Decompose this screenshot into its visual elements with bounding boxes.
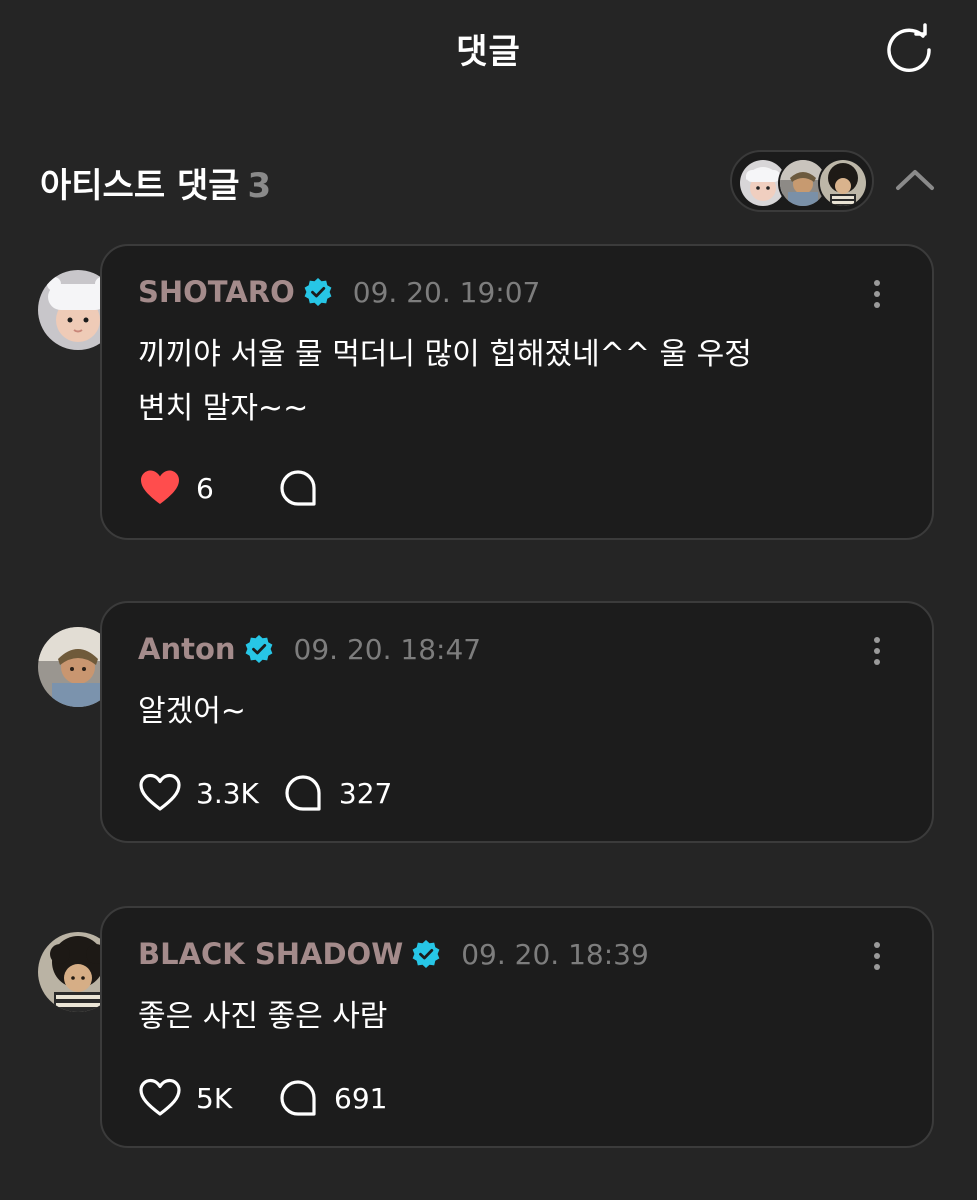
- reply-button[interactable]: [276, 466, 320, 510]
- comment-text-line: 끼끼야 서울 물 먹더니 많이 힙해졌네^^ 울 우정: [138, 337, 752, 372]
- comment-actions: 5K 691: [138, 1076, 387, 1120]
- more-options-button[interactable]: [862, 276, 892, 312]
- chevron-up-icon: [896, 170, 934, 190]
- verified-badge-icon: [245, 635, 272, 663]
- reply-button[interactable]: 327: [281, 771, 392, 815]
- like-count: 5K: [196, 1081, 233, 1115]
- verified-badge-icon: [412, 940, 440, 968]
- author-name[interactable]: Anton: [138, 632, 236, 666]
- author-name[interactable]: SHOTARO: [138, 275, 295, 309]
- comment-bubble-icon: [280, 1080, 316, 1116]
- comment-actions: 3.3K 327: [138, 771, 392, 815]
- like-button[interactable]: 5K: [138, 1076, 248, 1120]
- section-title-label: 아티스트 댓글: [40, 166, 240, 206]
- comment-text-line: 좋은 사진 좋은 사람: [138, 999, 388, 1034]
- heart-filled-icon: [141, 470, 179, 504]
- section-count: 3: [247, 166, 272, 206]
- comment-card: BLACK SHADOW 09. 20. 18:39 좋은 사진 좋은 사람 5…: [100, 906, 934, 1148]
- like-button[interactable]: 6: [138, 466, 248, 510]
- verified-badge-icon: [304, 278, 332, 306]
- collapse-button[interactable]: [892, 162, 938, 198]
- like-button[interactable]: 3.3K: [138, 771, 259, 815]
- comment-text: 끼끼야 서울 물 먹더니 많이 힙해졌네^^ 울 우정 변치 말자~~: [138, 328, 878, 436]
- comment-header: BLACK SHADOW 09. 20. 18:39: [138, 934, 649, 974]
- more-options-button[interactable]: [862, 633, 892, 669]
- like-count: 6: [196, 471, 214, 505]
- comment-card: SHOTARO 09. 20. 19:07 끼끼야 서울 물 먹더니 많이 힙해…: [100, 244, 934, 540]
- comment-bubble-icon: [285, 775, 321, 811]
- like-count: 3.3K: [196, 776, 259, 810]
- reply-button[interactable]: 691: [276, 1076, 387, 1120]
- comment-card: Anton 09. 20. 18:47 알겠어~ 3.3K 327: [100, 601, 934, 843]
- comment-header: SHOTARO 09. 20. 19:07: [138, 272, 540, 312]
- heart-outline-icon: [139, 1078, 181, 1116]
- comment-text-line: 알겠어~: [138, 694, 246, 729]
- reply-count: 691: [334, 1081, 388, 1115]
- comment-bubble-icon: [280, 470, 316, 506]
- comment-text-line: 변치 말자~~: [138, 391, 309, 426]
- artist-avatar-stack[interactable]: [730, 150, 874, 212]
- comment-timestamp: 09. 20. 19:07: [352, 275, 541, 309]
- page-title: 댓글: [456, 32, 521, 72]
- author-name[interactable]: BLACK SHADOW: [138, 937, 403, 971]
- more-options-button[interactable]: [862, 938, 892, 974]
- refresh-button[interactable]: [880, 22, 940, 78]
- artist-comments-section-header: 아티스트 댓글 3: [40, 150, 940, 212]
- comment-timestamp: 09. 20. 18:39: [461, 937, 649, 971]
- comment-actions: 6: [138, 466, 320, 510]
- comment-text: 알겠어~: [138, 685, 878, 739]
- comment-text: 좋은 사진 좋은 사람: [138, 990, 878, 1044]
- avatar: [818, 158, 868, 208]
- section-title: 아티스트 댓글 3: [40, 158, 271, 207]
- header: 댓글: [0, 0, 977, 96]
- refresh-icon: [887, 23, 931, 72]
- heart-outline-icon: [139, 773, 181, 811]
- comment-timestamp: 09. 20. 18:47: [293, 632, 482, 666]
- reply-count: 327: [338, 776, 393, 810]
- comment-header: Anton 09. 20. 18:47: [138, 629, 481, 669]
